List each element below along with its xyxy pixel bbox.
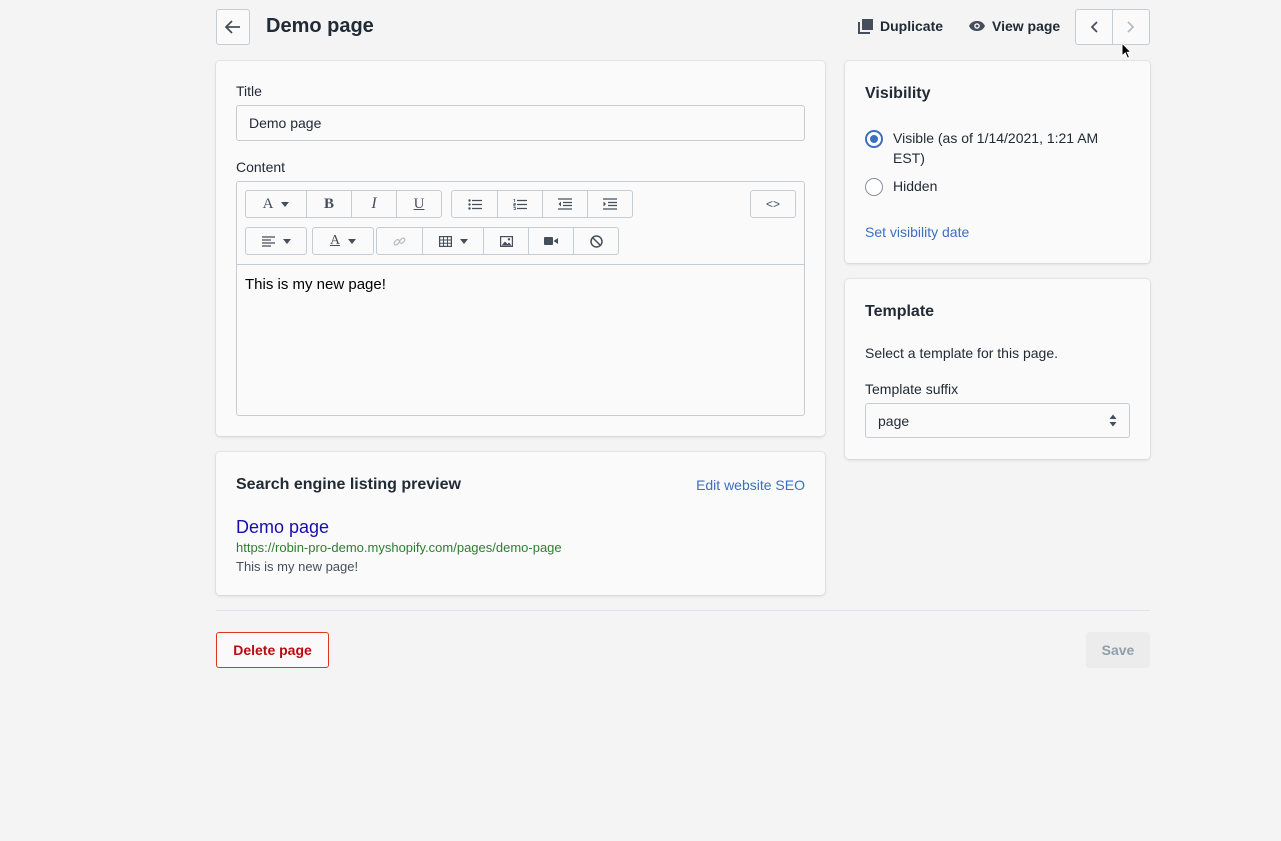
visibility-card: Visibility Visible (as of 1/14/2021, 1:2… bbox=[845, 61, 1150, 263]
video-camera-icon bbox=[544, 237, 558, 245]
previous-page-button[interactable] bbox=[1076, 10, 1112, 44]
insert-image-button[interactable] bbox=[483, 228, 528, 254]
insert-table-dropdown[interactable] bbox=[422, 228, 483, 254]
footer-divider bbox=[216, 610, 1150, 611]
set-visibility-date-link[interactable]: Set visibility date bbox=[865, 224, 969, 240]
editor-toolbar: A B I U <> A bbox=[237, 182, 804, 265]
next-page-button[interactable] bbox=[1112, 10, 1149, 44]
visible-option[interactable]: Visible (as of 1/14/2021, 1:21 AM EST) bbox=[865, 130, 1098, 168]
chevron-down-icon bbox=[282, 238, 291, 244]
text-format-group: A B I U bbox=[245, 190, 442, 218]
outdent-button[interactable] bbox=[542, 191, 587, 217]
view-page-label: View page bbox=[992, 18, 1061, 34]
visible-radio[interactable] bbox=[865, 130, 883, 148]
seo-preview-heading: Search engine listing preview bbox=[236, 476, 461, 493]
bulleted-list-icon bbox=[467, 198, 482, 210]
numbered-list-button[interactable] bbox=[497, 191, 542, 217]
font-style-dropdown[interactable]: A bbox=[246, 191, 306, 217]
chevron-down-icon bbox=[459, 238, 468, 244]
underline-button[interactable]: U bbox=[396, 191, 441, 217]
link-icon bbox=[393, 236, 406, 246]
alignment-dropdown[interactable] bbox=[246, 228, 306, 254]
title-input[interactable]: Demo page bbox=[236, 105, 805, 141]
text-color-group: A bbox=[312, 227, 374, 255]
bold-icon: B bbox=[323, 195, 334, 212]
alignment-group bbox=[245, 227, 307, 255]
image-icon bbox=[499, 235, 513, 247]
edit-website-seo-link[interactable]: Edit website SEO bbox=[696, 477, 805, 493]
delete-page-button[interactable]: Delete page bbox=[216, 632, 329, 668]
rich-text-editor: A B I U <> A This is my new page! bbox=[236, 181, 805, 416]
visible-option-label-line1: Visible (as of 1/14/2021, 1:21 AM bbox=[893, 130, 1099, 146]
clear-formatting-button[interactable] bbox=[573, 228, 618, 254]
hidden-option[interactable]: Hidden bbox=[865, 178, 937, 196]
hidden-radio[interactable] bbox=[865, 178, 883, 196]
text-color-dropdown[interactable]: A bbox=[313, 228, 373, 254]
chevron-left-icon bbox=[1090, 21, 1098, 33]
page-pagination bbox=[1075, 9, 1150, 45]
text-color-icon: A bbox=[329, 233, 341, 248]
template-description: Select a template for this page. bbox=[865, 345, 1058, 361]
editor-content[interactable]: This is my new page! bbox=[245, 276, 386, 293]
template-card: Template Select a template for this page… bbox=[845, 279, 1150, 459]
hidden-option-label: Hidden bbox=[893, 178, 938, 194]
template-suffix-value: page bbox=[878, 412, 910, 429]
content-card: Title Demo page Content A B I U <> A Thi… bbox=[216, 61, 825, 436]
mouse-cursor-icon bbox=[1121, 42, 1133, 59]
list-indent-group bbox=[451, 190, 633, 218]
back-button[interactable] bbox=[216, 9, 250, 45]
italic-button[interactable]: I bbox=[351, 191, 396, 217]
template-suffix-label: Template suffix bbox=[865, 381, 959, 397]
page-title: Demo page bbox=[266, 15, 374, 37]
eye-icon bbox=[969, 21, 985, 31]
html-toggle-group: <> bbox=[750, 190, 796, 218]
content-label: Content bbox=[236, 159, 286, 175]
chevron-down-icon bbox=[281, 201, 290, 207]
template-heading: Template bbox=[865, 303, 935, 320]
duplicate-button[interactable]: Duplicate bbox=[858, 18, 943, 34]
template-suffix-select[interactable]: page bbox=[865, 403, 1130, 438]
block-icon bbox=[589, 234, 603, 248]
insert-group bbox=[376, 227, 619, 255]
seo-preview-title: Demo page bbox=[236, 517, 330, 537]
chevron-down-icon bbox=[348, 238, 357, 244]
insert-link-button[interactable] bbox=[377, 228, 422, 254]
title-input-value: Demo page bbox=[249, 115, 322, 131]
duplicate-label: Duplicate bbox=[880, 18, 944, 34]
table-icon bbox=[438, 235, 452, 247]
indent-icon bbox=[603, 198, 617, 210]
bulleted-list-button[interactable] bbox=[452, 191, 497, 217]
chevron-right-icon bbox=[1127, 21, 1135, 33]
bold-button[interactable]: B bbox=[306, 191, 351, 217]
insert-video-button[interactable] bbox=[528, 228, 573, 254]
indent-button[interactable] bbox=[587, 191, 632, 217]
outdent-icon bbox=[558, 198, 572, 210]
underline-icon: U bbox=[413, 195, 425, 212]
align-left-icon bbox=[261, 235, 275, 247]
italic-icon: I bbox=[371, 195, 377, 212]
title-label: Title bbox=[236, 83, 262, 99]
seo-preview-url: https://robin-pro-demo.myshopify.com/pag… bbox=[236, 540, 562, 555]
view-page-button[interactable]: View page bbox=[968, 18, 1060, 34]
font-icon: A bbox=[262, 195, 274, 212]
numbered-list-icon bbox=[513, 198, 527, 210]
seo-preview-description: This is my new page! bbox=[236, 559, 359, 574]
seo-preview-card: Search engine listing preview Edit websi… bbox=[216, 452, 825, 595]
arrow-left-icon bbox=[225, 20, 240, 34]
duplicate-icon bbox=[858, 19, 873, 34]
select-arrows-icon bbox=[1109, 414, 1117, 427]
visibility-heading: Visibility bbox=[865, 85, 931, 102]
page-header: Demo page Duplicate View page bbox=[216, 9, 1150, 45]
html-toggle-button[interactable]: <> bbox=[751, 191, 795, 217]
visible-option-label: Visible (as of 1/14/2021, 1:21 AM EST) bbox=[893, 128, 1098, 168]
visible-option-label-line2: EST) bbox=[893, 150, 925, 166]
save-button[interactable]: Save bbox=[1086, 632, 1150, 668]
